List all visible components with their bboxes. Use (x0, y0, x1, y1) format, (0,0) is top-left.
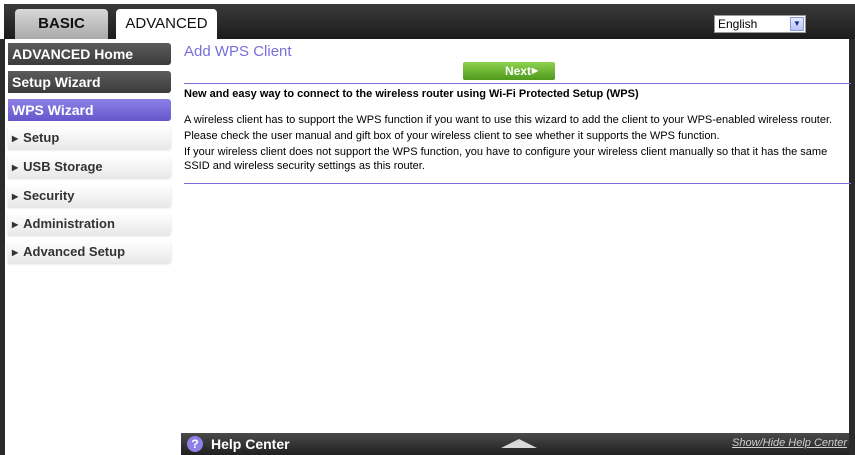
description-paragraph-1: A wireless client has to support the WPS… (184, 114, 833, 126)
next-button-label: Next (505, 64, 532, 78)
language-select[interactable]: English ▼ (714, 15, 806, 33)
sidebar-item-advanced-setup[interactable]: ▶ Advanced Setup (8, 241, 171, 263)
show-hide-help-link[interactable]: Show/Hide Help Center (732, 437, 847, 449)
caret-right-icon: ▶ (12, 134, 19, 143)
chevron-down-icon[interactable]: ▼ (790, 17, 804, 31)
sidebar-item-administration[interactable]: ▶ Administration (8, 213, 171, 235)
help-center-bar: ? Help Center Show/Hide Help Center (181, 433, 849, 455)
caret-right-icon: ▶ (12, 163, 19, 172)
top-bar: BASIC ADVANCED English ▼ (0, 0, 855, 39)
sidebar-item-setup[interactable]: ▶ Setup (8, 127, 171, 149)
question-icon[interactable]: ? (187, 436, 203, 452)
section-heading: New and easy way to connect to the wirel… (184, 88, 639, 100)
sidebar-item-wps-wizard[interactable]: WPS Wizard (8, 99, 171, 121)
sidebar-item-label: Advanced Setup (23, 244, 126, 259)
sidebar-item-label: Setup (23, 130, 60, 145)
sidebar-item-setup-wizard[interactable]: Setup Wizard (8, 71, 171, 93)
sidebar: ADVANCED Home Setup Wizard WPS Wizard ▶ S… (5, 39, 181, 455)
description-paragraph-3: If your wireless client does not support… (184, 146, 828, 172)
tab-basic[interactable]: BASIC (15, 9, 108, 39)
description-paragraph-2: Please check the user manual and gift bo… (184, 130, 720, 142)
sidebar-item-label: Security (23, 188, 75, 203)
sidebar-item-label: Administration (23, 216, 115, 231)
main-panel: Add WPS Client Next ▶ New and easy way t… (181, 39, 851, 433)
next-button[interactable]: Next ▶ (463, 62, 555, 80)
help-center-label[interactable]: Help Center (211, 435, 290, 453)
play-arrow-icon: ▶ (531, 66, 538, 75)
divider-top (184, 83, 851, 84)
sidebar-item-advanced-home[interactable]: ADVANCED Home (8, 43, 171, 65)
frame-right-border (849, 39, 855, 455)
tab-advanced[interactable]: ADVANCED (116, 9, 217, 39)
divider-bottom (184, 183, 851, 184)
caret-right-icon: ▶ (12, 248, 19, 257)
expand-up-icon[interactable] (501, 439, 537, 448)
language-selected-value: English (718, 17, 758, 31)
caret-right-icon: ▶ (12, 220, 19, 229)
sidebar-item-usb-storage[interactable]: ▶ USB Storage (8, 156, 171, 178)
sidebar-item-label: USB Storage (23, 159, 103, 174)
page-title: Add WPS Client (184, 43, 292, 60)
caret-right-icon: ▶ (12, 192, 19, 201)
sidebar-item-security[interactable]: ▶ Security (8, 185, 171, 207)
